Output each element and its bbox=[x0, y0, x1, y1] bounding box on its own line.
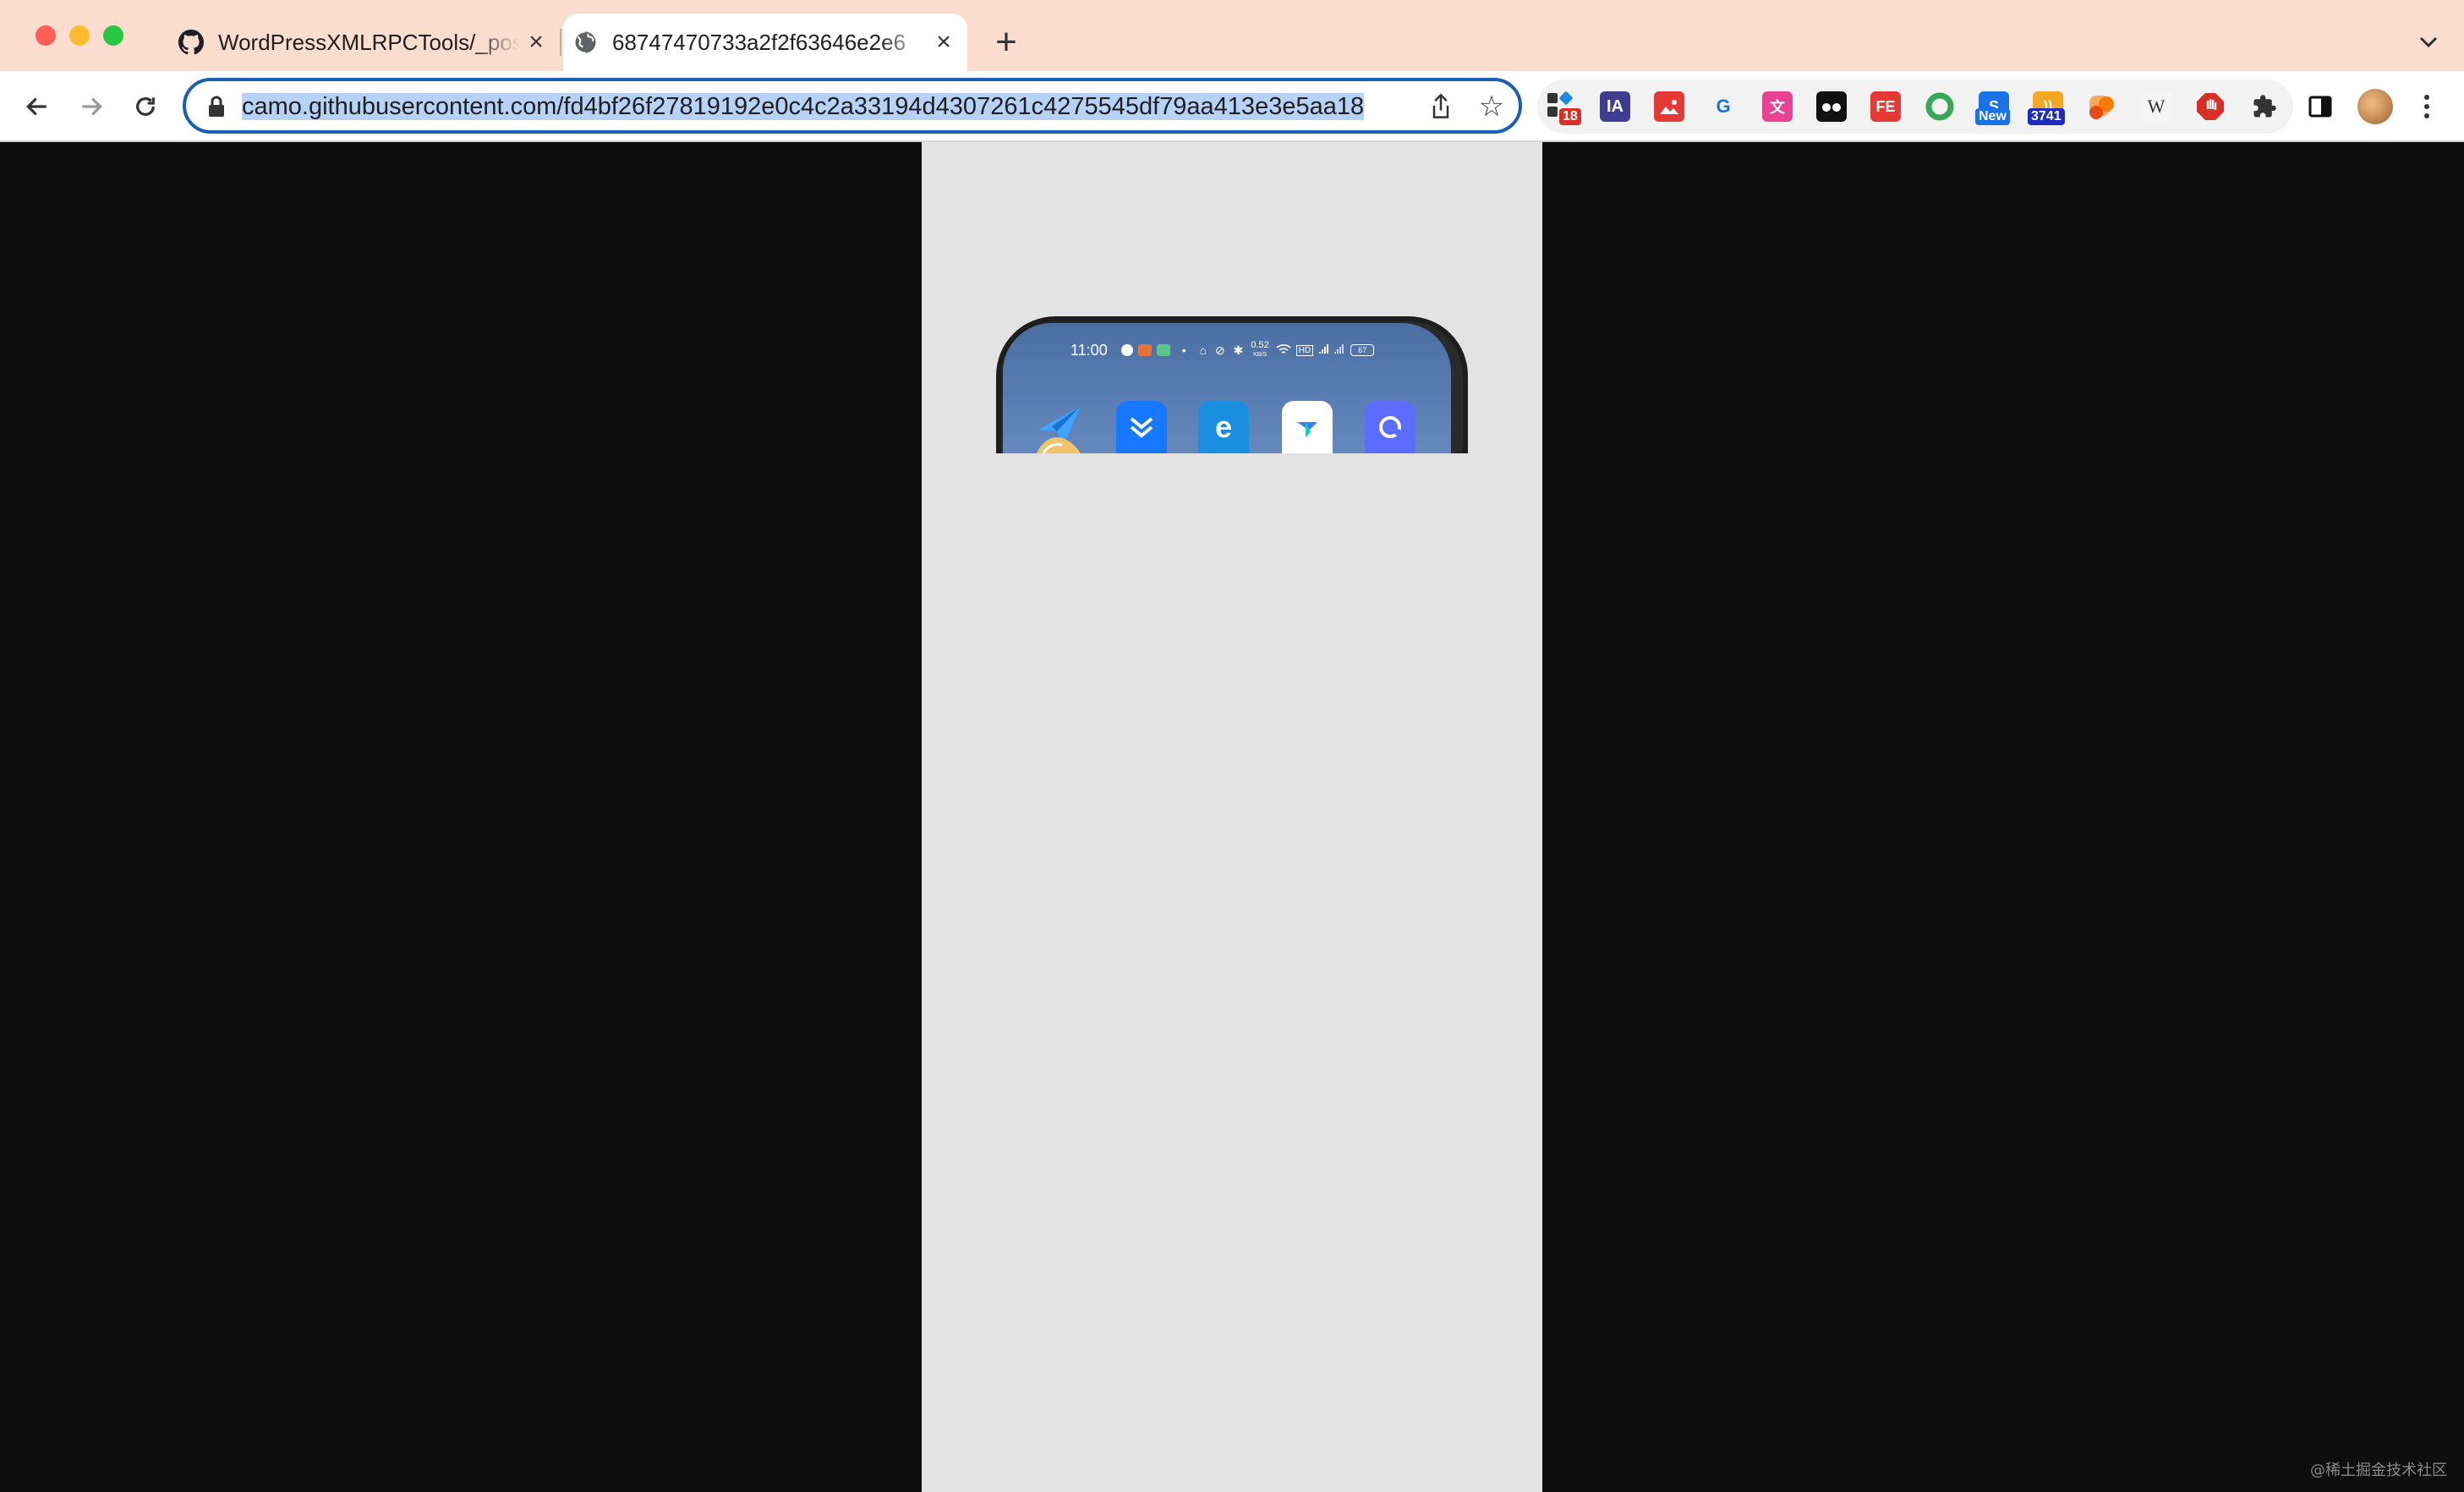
net-speed-indicator: 0.52 KB/S bbox=[1251, 341, 1268, 359]
green-circle-extension-icon[interactable] bbox=[1925, 91, 1955, 122]
wifi-icon bbox=[1276, 342, 1291, 359]
side-panel-icon[interactable] bbox=[2305, 91, 2335, 122]
wikipedia-icon[interactable]: W bbox=[2141, 91, 2171, 122]
bookmark-star-icon[interactable]: ☆ bbox=[1475, 90, 1509, 123]
app-icon-download bbox=[1116, 401, 1167, 453]
extensions-pill bbox=[1537, 80, 2293, 134]
status-app-icon bbox=[1137, 344, 1152, 356]
app-icon-chat bbox=[1365, 401, 1415, 453]
tab-camo-image[interactable]: 68747470733a2f2f63646e2e6 × bbox=[563, 14, 967, 71]
adblock-icon[interactable] bbox=[2195, 91, 2226, 122]
phone-time: 11:00 bbox=[1070, 341, 1108, 359]
ia-extension-icon[interactable]: IA bbox=[1600, 91, 1630, 122]
window-close-button[interactable] bbox=[36, 25, 56, 46]
phone-screenshot-image: 11:00 • ⌂ ⊘ ✱ 0.52 KB/S HD 67 e bbox=[996, 316, 1468, 453]
globe-icon bbox=[572, 29, 599, 56]
phone-status-bar: 11:00 • ⌂ ⊘ ✱ 0.52 KB/S HD 67 bbox=[1070, 340, 1426, 360]
watermark-text: @稀土掘金技术社区 bbox=[2310, 1462, 2447, 1479]
browser-toolbar: camo.githubusercontent.com/fd4bf26f27819… bbox=[0, 71, 2464, 142]
close-tab-icon[interactable]: × bbox=[927, 28, 961, 57]
new-badge: New bbox=[1975, 108, 2010, 125]
puzzle-extensions-icon[interactable] bbox=[2249, 91, 2280, 122]
reload-icon[interactable] bbox=[127, 88, 164, 125]
battery-indicator: 67 bbox=[1350, 344, 1375, 356]
tab-search-chevron-icon[interactable] bbox=[2412, 25, 2445, 59]
app-icon-edge: e bbox=[1198, 401, 1249, 453]
back-arrow-icon[interactable] bbox=[19, 88, 56, 125]
net-speed-value: 0.52 bbox=[1251, 340, 1269, 350]
signal-icon bbox=[1318, 342, 1345, 359]
address-bar[interactable]: camo.githubusercontent.com/fd4bf26f27819… bbox=[183, 78, 1522, 134]
status-notification-icon bbox=[1120, 344, 1133, 356]
window-maximize-button[interactable] bbox=[103, 25, 123, 46]
tampermonkey-icon[interactable] bbox=[1816, 91, 1847, 122]
status-message-icon bbox=[1156, 344, 1170, 356]
github-icon bbox=[178, 29, 205, 56]
profile-avatar[interactable] bbox=[2357, 89, 2393, 124]
tab-title: WordPressXMLRPCTools/_post bbox=[218, 29, 519, 55]
s-extension-icon[interactable]: S New bbox=[1975, 91, 2010, 125]
app-icon-feishu bbox=[1282, 401, 1333, 453]
rss-extension-icon[interactable]: )) 3741 bbox=[2028, 91, 2065, 125]
browser-titlebar: WordPressXMLRPCTools/_post × 68747470733… bbox=[0, 0, 2464, 71]
page-viewport: 11:00 • ⌂ ⊘ ✱ 0.52 KB/S HD 67 e @稀土掘金技术社… bbox=[0, 142, 2464, 1492]
app-icon-paper-plane bbox=[1033, 401, 1084, 453]
share-icon[interactable] bbox=[1426, 91, 1456, 122]
chrome-menu-icon[interactable] bbox=[2412, 91, 2442, 122]
extensions-area: 18 IA G 文 FE S New )) 3741 W bbox=[1537, 80, 2450, 134]
status-dot: • bbox=[1181, 343, 1186, 357]
google-translate-icon[interactable]: G bbox=[1708, 91, 1738, 122]
new-tab-button[interactable]: + bbox=[988, 20, 1025, 64]
tab-wordpress[interactable]: WordPressXMLRPCTools/_post × bbox=[169, 14, 560, 71]
lock-icon[interactable] bbox=[206, 95, 227, 118]
net-speed-unit: KB/S bbox=[1253, 352, 1268, 358]
orange-extension-icon[interactable] bbox=[2087, 91, 2117, 122]
phone-screen: 11:00 • ⌂ ⊘ ✱ 0.52 KB/S HD 67 e bbox=[1003, 323, 1451, 453]
status-icons-cluster: ⌂ ⊘ ✱ bbox=[1199, 343, 1246, 357]
translate-extension-icon[interactable]: 文 bbox=[1762, 91, 1793, 122]
tab-title: 68747470733a2f2f63646e2e6 bbox=[612, 29, 906, 55]
feed-count-badge: 3741 bbox=[2028, 108, 2065, 125]
url-selection: camo.githubusercontent.com/fd4bf26f27819… bbox=[242, 93, 1365, 120]
image-extension-icon[interactable] bbox=[1654, 91, 1684, 122]
close-tab-icon[interactable]: × bbox=[519, 28, 553, 57]
apps-grid-extension-icon[interactable]: 18 bbox=[1546, 91, 1581, 125]
tab-divider bbox=[560, 29, 561, 56]
fe-extension-icon[interactable]: FE bbox=[1870, 91, 1901, 122]
url-text[interactable]: camo.githubusercontent.com/fd4bf26f27819… bbox=[242, 90, 1426, 123]
forward-arrow-icon[interactable] bbox=[73, 88, 110, 125]
image-display: 11:00 • ⌂ ⊘ ✱ 0.52 KB/S HD 67 e bbox=[922, 142, 1542, 1492]
window-minimize-button[interactable] bbox=[69, 25, 90, 46]
extension-count-badge: 18 bbox=[1559, 108, 1581, 125]
hd-icon: HD bbox=[1295, 344, 1314, 356]
